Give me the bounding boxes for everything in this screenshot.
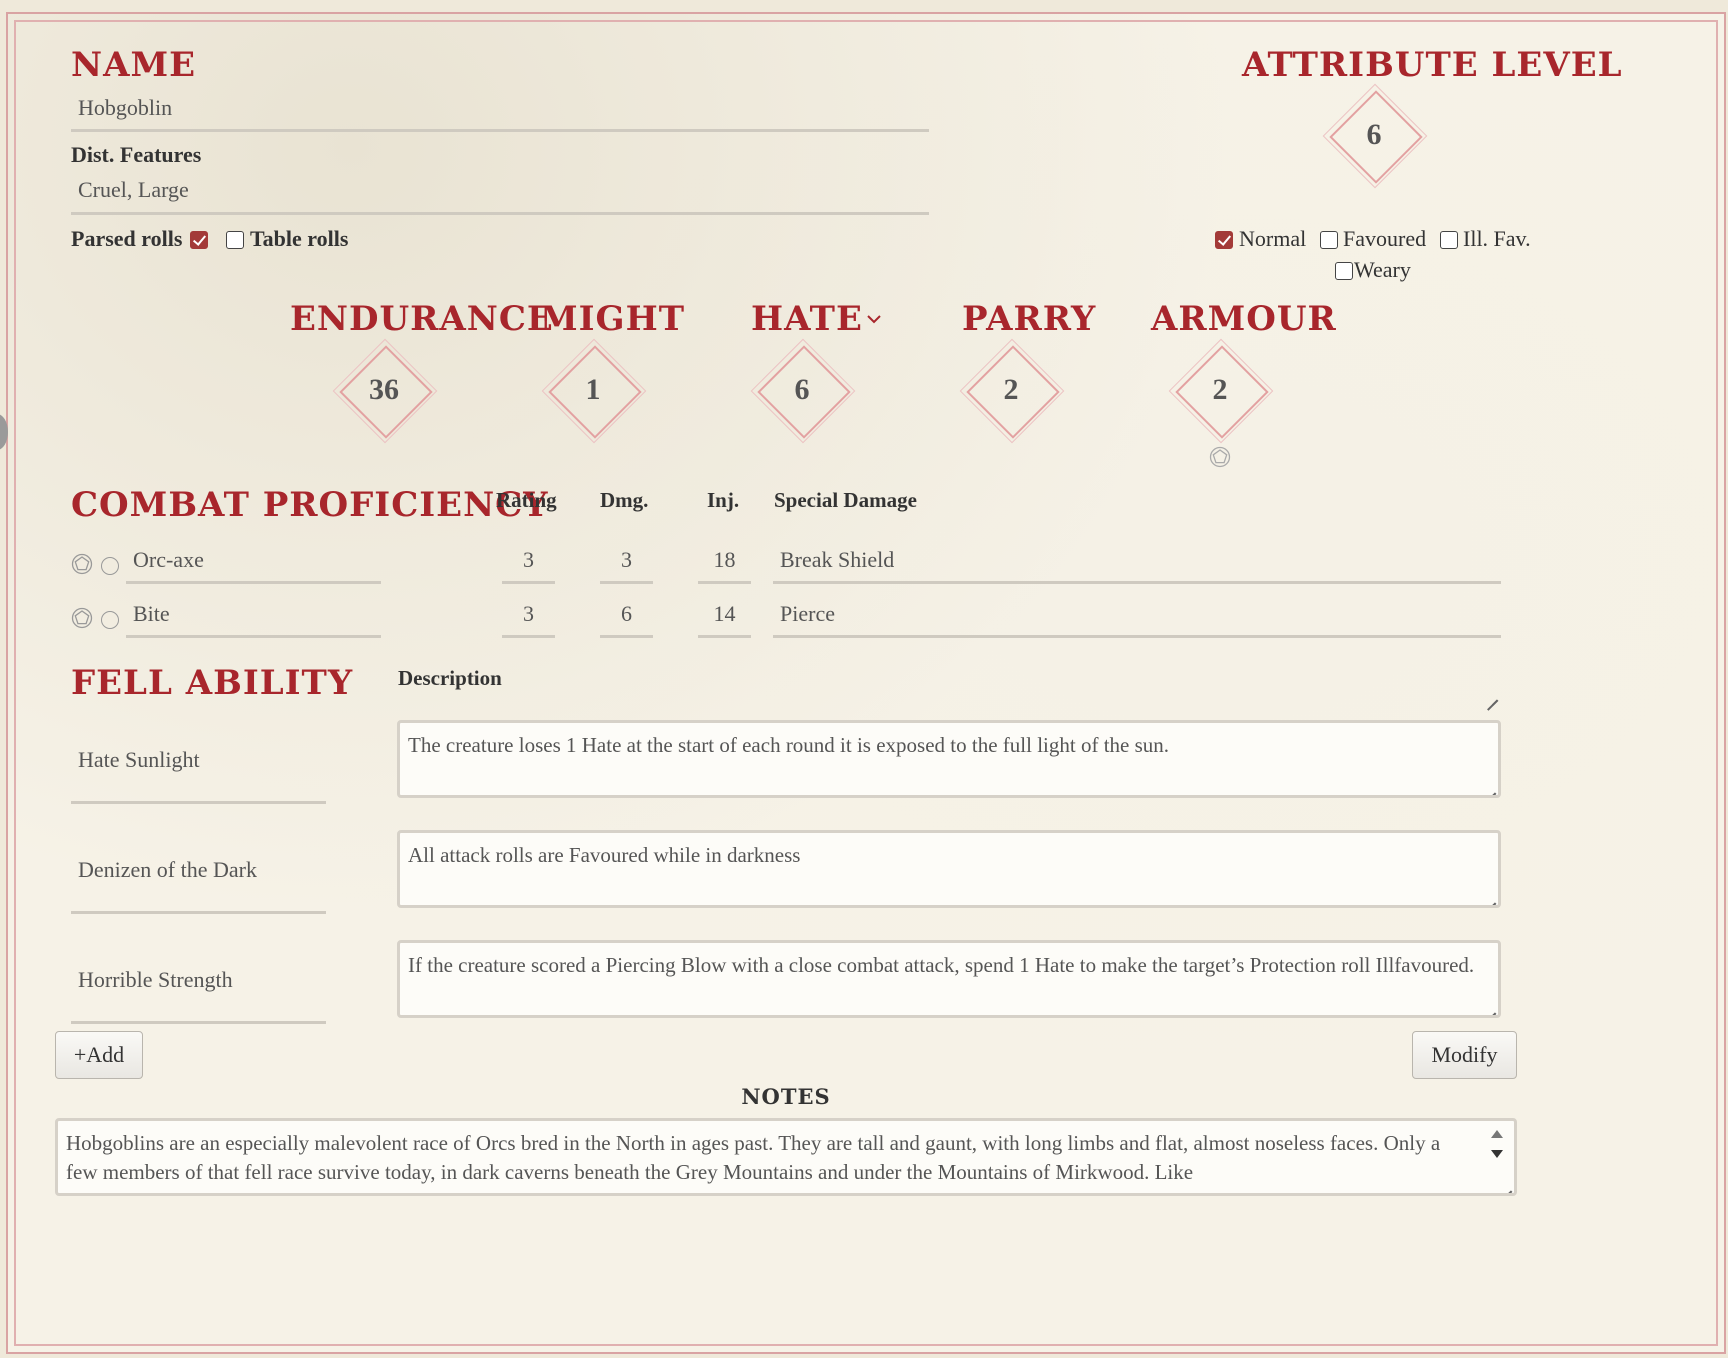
table-rolls-checkbox[interactable] <box>226 231 244 249</box>
add-ability-button[interactable]: +Add <box>55 1031 143 1079</box>
select-radio-icon[interactable] <box>101 611 119 629</box>
name-title: NAME <box>71 45 197 85</box>
ability-description-textarea[interactable]: All attack rolls are Favoured while in d… <box>397 830 1501 908</box>
parry-value: 2 <box>1003 373 1019 406</box>
name-field[interactable]: Hobgoblin <box>71 92 929 132</box>
hate-diamond[interactable]: 6 <box>749 337 856 444</box>
ability-name-field[interactable]: Hate Sunlight <box>71 744 326 804</box>
favoured-label: Favoured <box>1343 226 1427 251</box>
rating-header: Rating <box>496 488 557 512</box>
parsed-rolls-checkbox[interactable] <box>190 231 208 249</box>
parry-diamond[interactable]: 2 <box>958 337 1065 444</box>
weary-label: Weary <box>1354 257 1411 282</box>
normal-checkbox[interactable] <box>1215 231 1233 249</box>
notes-text: Hobgoblins are an especially malevolent … <box>66 1131 1441 1184</box>
special-damage-field[interactable]: Pierce <box>773 598 1501 638</box>
ability-description-text: If the creature scored a Piercing Blow w… <box>408 953 1475 977</box>
resize-handle-icon[interactable] <box>1484 891 1496 903</box>
might-value: 1 <box>585 373 601 406</box>
injury-field[interactable]: 18 <box>698 544 751 584</box>
description-header: Description <box>398 666 502 690</box>
dice-icon[interactable] <box>1209 446 1231 468</box>
table-rolls-label: Table rolls <box>250 226 349 251</box>
might-title: MIGHT <box>540 299 686 339</box>
ability-description-textarea[interactable]: The creature loses 1 Hate at the start o… <box>397 720 1501 798</box>
ability-name-field[interactable]: Denizen of the Dark <box>71 854 326 914</box>
normal-label: Normal <box>1239 226 1307 251</box>
hate-value: 6 <box>794 373 810 406</box>
weapon-name-field[interactable]: Bite <box>126 598 381 638</box>
ability-description-text: All attack rolls are Favoured while in d… <box>408 843 801 867</box>
armour-diamond[interactable]: 2 <box>1167 337 1274 444</box>
damage-field[interactable]: 6 <box>600 598 653 638</box>
might-diamond[interactable]: 1 <box>540 337 647 444</box>
notes-title: NOTES <box>741 1084 831 1109</box>
resize-handle-icon[interactable] <box>1484 1001 1496 1013</box>
notes-textarea[interactable]: Hobgoblins are an especially malevolent … <box>55 1118 1517 1196</box>
ill-favoured-label: Ill. Fav. <box>1463 226 1531 251</box>
weapon-name-field[interactable]: Orc-axe <box>126 544 381 584</box>
fell-ability-title: FELL ABILITY <box>71 663 354 703</box>
inj-header: Inj. <box>707 488 740 512</box>
resize-handle-icon[interactable] <box>1484 781 1496 793</box>
ill-favoured-checkbox[interactable] <box>1440 231 1458 249</box>
parry-title: PARRY <box>962 299 1097 339</box>
scroll-up-icon[interactable] <box>1490 1129 1504 1139</box>
features-label: Dist. Features <box>71 142 202 167</box>
rating-field[interactable]: 3 <box>502 544 555 584</box>
weary-checkbox[interactable] <box>1335 262 1353 280</box>
attribute-level-title: ATTRIBUTE LEVEL <box>1242 45 1623 85</box>
ability-description-text: The creature loses 1 Hate at the start o… <box>408 733 1170 757</box>
resize-handle-icon[interactable] <box>1486 688 1498 700</box>
roll-dice-icon[interactable] <box>71 553 93 575</box>
attribute-level-value: 6 <box>1366 118 1382 151</box>
dmg-header: Dmg. <box>600 488 649 512</box>
favoured-checkbox[interactable] <box>1320 231 1338 249</box>
attribute-level-diamond[interactable]: 6 <box>1321 82 1428 189</box>
special-damage-header: Special Damage <box>774 488 917 512</box>
modify-button[interactable]: Modify <box>1412 1031 1517 1079</box>
rating-field[interactable]: 3 <box>502 598 555 638</box>
armour-title: ARMOUR <box>1151 299 1337 339</box>
resize-handle-icon[interactable] <box>1500 1179 1512 1191</box>
damage-field[interactable]: 3 <box>600 544 653 584</box>
endurance-diamond[interactable]: 36 <box>331 337 438 444</box>
combat-proficiency-title: COMBAT PROFICIENCY <box>71 485 549 525</box>
endurance-value: 36 <box>369 373 399 406</box>
chevron-down-icon[interactable] <box>866 313 882 325</box>
scroll-down-icon[interactable] <box>1490 1149 1504 1159</box>
armour-value: 2 <box>1212 373 1228 406</box>
features-field[interactable]: Cruel, Large <box>71 176 929 215</box>
ability-name-field[interactable]: Horrible Strength <box>71 964 326 1024</box>
roll-dice-icon[interactable] <box>71 607 93 629</box>
endurance-title: ENDURANCE <box>290 299 554 339</box>
select-radio-icon[interactable] <box>101 557 119 575</box>
ability-description-textarea[interactable]: If the creature scored a Piercing Blow w… <box>397 940 1501 1018</box>
injury-field[interactable]: 14 <box>698 598 751 638</box>
hate-title: HATE <box>751 299 863 339</box>
parsed-rolls-label: Parsed rolls <box>71 226 183 251</box>
special-damage-field[interactable]: Break Shield <box>773 544 1501 584</box>
